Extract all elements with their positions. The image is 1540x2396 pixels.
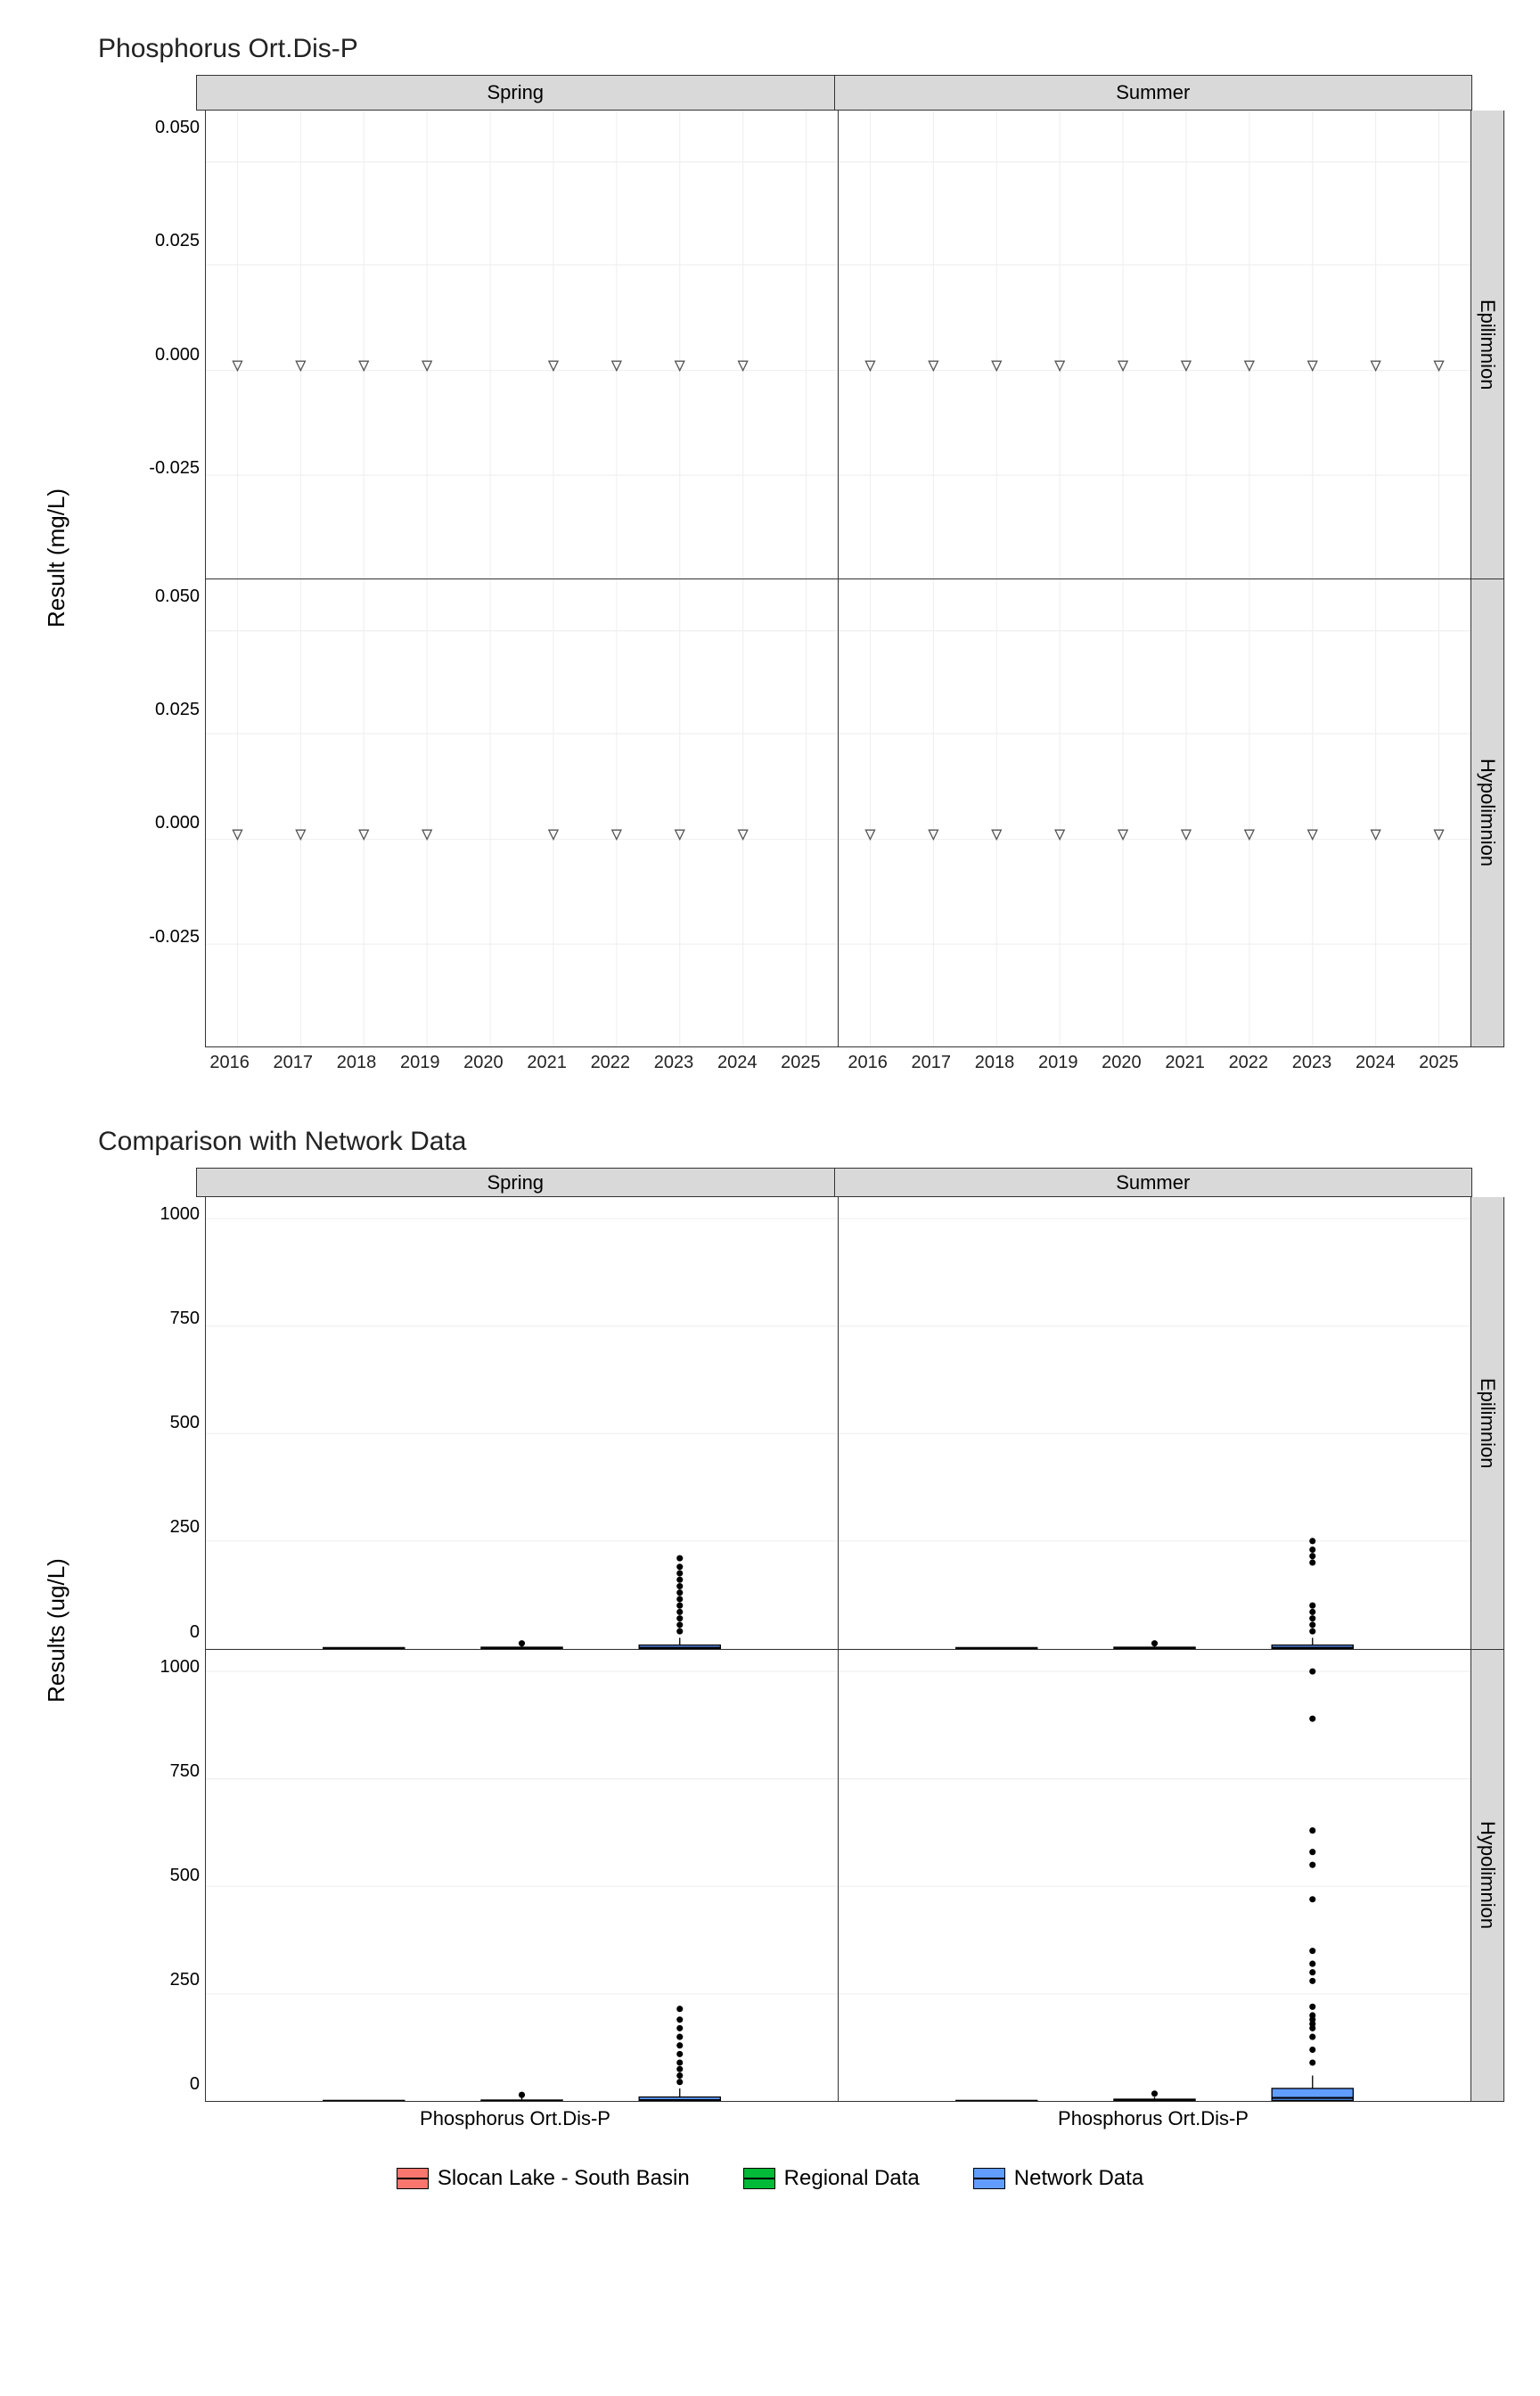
chart1-panel-summer-hypo <box>839 579 1471 1048</box>
chart2-xcat-left: Phosphorus Ort.Dis-P <box>196 2102 834 2130</box>
chart2-row-facet-epi: Epilimnion <box>1471 1197 1504 1649</box>
chart1-ylabel: Result (mg/L) <box>43 488 70 628</box>
chart1-panel-spring-epi <box>205 111 839 579</box>
legend-swatch-green <box>743 2168 775 2189</box>
chart1-panel-summer-epi <box>839 111 1471 579</box>
chart2-panel-spring-epi <box>205 1197 839 1649</box>
chart2-col-facet-summer: Summer <box>835 1168 1473 1197</box>
chart2-panel-summer-hypo <box>839 1650 1471 2102</box>
chart1-row-facet-hypo: Hypolimnion <box>1471 579 1504 1048</box>
chart2-col-facet-spring: Spring <box>196 1168 835 1197</box>
legend-swatch-red <box>397 2168 429 2189</box>
legend: Slocan Lake - South Basin Regional Data … <box>36 2166 1504 2191</box>
chart1-col-facet-summer: Summer <box>835 75 1473 111</box>
chart1-row-facet-epi: Epilimnion <box>1471 111 1504 579</box>
chart1-xticks-left: 2016201720182019202020212022202320242025 <box>196 1047 834 1073</box>
chart1-xticks-right: 2016201720182019202020212022202320242025 <box>834 1047 1472 1073</box>
legend-item-network: Network Data <box>973 2166 1143 2191</box>
legend-swatch-blue <box>973 2168 1005 2189</box>
chart2-xcat-right: Phosphorus Ort.Dis-P <box>834 2102 1472 2130</box>
chart2-panel-spring-hypo <box>205 1650 839 2102</box>
chart1-panel-spring-hypo <box>205 579 839 1048</box>
chart1-title: Phosphorus Ort.Dis-P <box>98 34 1504 64</box>
chart1-col-facet-spring: Spring <box>196 75 835 111</box>
legend-item-regional: Regional Data <box>743 2166 920 2191</box>
chart2-panel-summer-epi <box>839 1197 1471 1649</box>
legend-item-slocan: Slocan Lake - South Basin <box>397 2166 690 2191</box>
chart2-ylabel: Results (ug/L) <box>43 1558 70 1703</box>
chart2-title: Comparison with Network Data <box>98 1127 1504 1157</box>
chart1-yticks: 0.050 0.025 0.000 -0.025 <box>125 111 205 579</box>
chart2-row-facet-hypo: Hypolimnion <box>1471 1650 1504 2102</box>
